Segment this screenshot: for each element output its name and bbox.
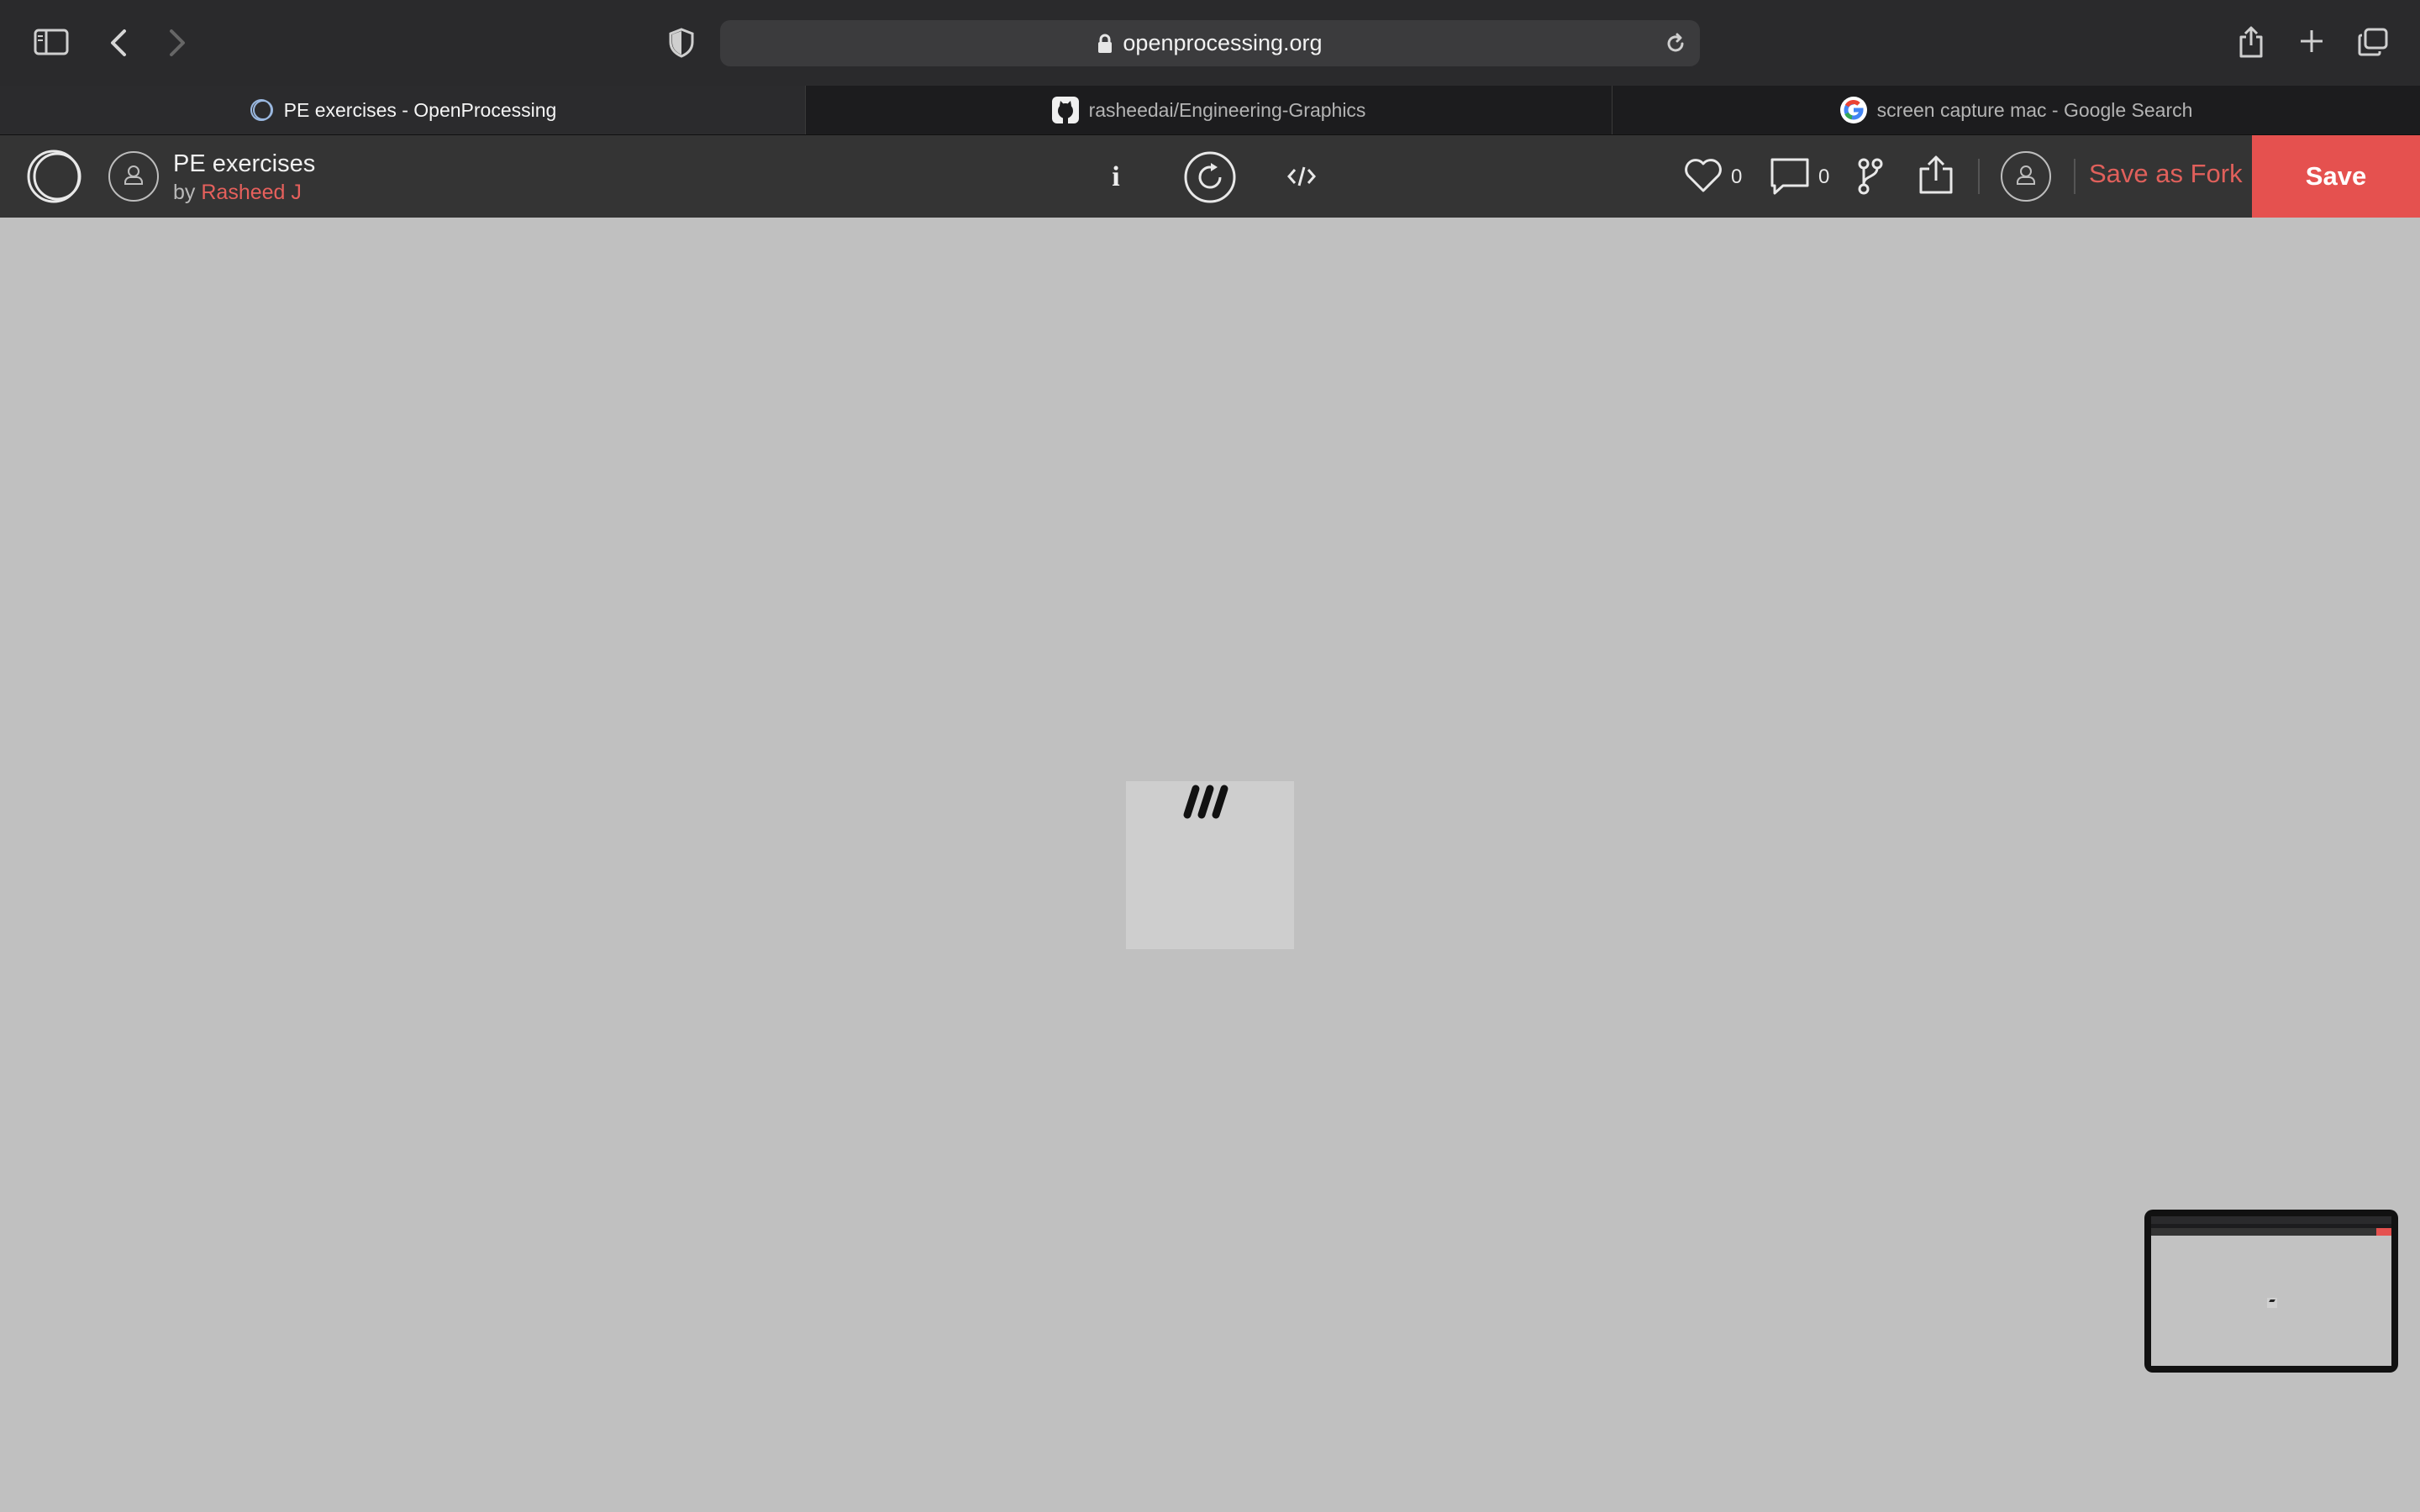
lock-icon: [1098, 34, 1113, 53]
author-avatar[interactable]: [108, 150, 160, 202]
sketch-canvas[interactable]: [1126, 781, 1294, 949]
share-icon: [1919, 155, 1953, 194]
code-icon: [1287, 166, 1316, 186]
save-as-fork-button[interactable]: Save as Fork: [2089, 159, 2243, 189]
url-text: openprocessing.org: [1123, 30, 1323, 55]
comment-count: 0: [1818, 165, 1830, 188]
reload-icon[interactable]: [1665, 33, 1686, 55]
restart-sketch-button[interactable]: [1183, 150, 1237, 204]
fork-button[interactable]: [1857, 157, 1884, 196]
tab-google[interactable]: screen capture mac - Google Search: [1612, 86, 2420, 134]
sidebar-icon[interactable]: [34, 29, 69, 55]
google-icon: [1839, 97, 1867, 123]
address-bar[interactable]: openprocessing.org: [720, 20, 1700, 66]
new-tab-icon[interactable]: [2299, 29, 2324, 54]
save-button[interactable]: Save: [2252, 135, 2420, 218]
tab-github[interactable]: rasheedai/Engineering-Graphics: [805, 86, 1612, 134]
thumbnail-preview: [2151, 1216, 2391, 1366]
back-icon[interactable]: [109, 29, 128, 57]
tab-label: rasheedai/Engineering-Graphics: [1088, 98, 1366, 121]
tab-strip: PE exercises - OpenProcessing rasheedai/…: [0, 86, 2420, 135]
sketch-drawing: [1183, 785, 1228, 819]
like-button[interactable]: [1684, 157, 1723, 194]
sketch-title: PE exercises: [173, 150, 316, 177]
share-icon[interactable]: [2238, 25, 2264, 59]
restart-icon: [1184, 151, 1236, 203]
browser-toolbar: openprocessing.org: [0, 0, 2420, 86]
author-link[interactable]: Rasheed J: [201, 181, 302, 204]
fork-icon: [1858, 158, 1883, 195]
tab-label: screen capture mac - Google Search: [1876, 98, 2193, 121]
openprocessing-home-icon[interactable]: [24, 149, 87, 204]
forward-icon[interactable]: [168, 29, 187, 57]
info-button[interactable]: i: [1106, 159, 1126, 196]
tab-overview-icon[interactable]: [2358, 28, 2388, 56]
code-view-button[interactable]: [1287, 165, 1316, 187]
comment-icon: [1770, 158, 1809, 195]
like-count: 0: [1731, 165, 1743, 188]
screenshot-thumbnail[interactable]: [2144, 1210, 2398, 1373]
sketch-header: PE exercises by Rasheed J i 0 0 Save as …: [0, 135, 2420, 218]
by-prefix: by: [173, 181, 196, 204]
heart-icon: [1685, 159, 1722, 192]
tab-label: PE exercises - OpenProcessing: [283, 98, 557, 121]
divider: [2074, 159, 2075, 194]
sketch-byline: by Rasheed J: [173, 181, 302, 205]
tab-openprocessing[interactable]: PE exercises - OpenProcessing: [0, 86, 805, 134]
user-avatar[interactable]: [2000, 150, 2052, 202]
divider: [1978, 159, 1980, 194]
openprocessing-logo-icon: [250, 99, 273, 121]
shield-icon[interactable]: [669, 28, 694, 58]
share-sketch-button[interactable]: [1918, 154, 1954, 196]
comments-button[interactable]: [1770, 157, 1810, 196]
info-icon: i: [1112, 161, 1120, 192]
github-icon: [1051, 97, 1079, 123]
